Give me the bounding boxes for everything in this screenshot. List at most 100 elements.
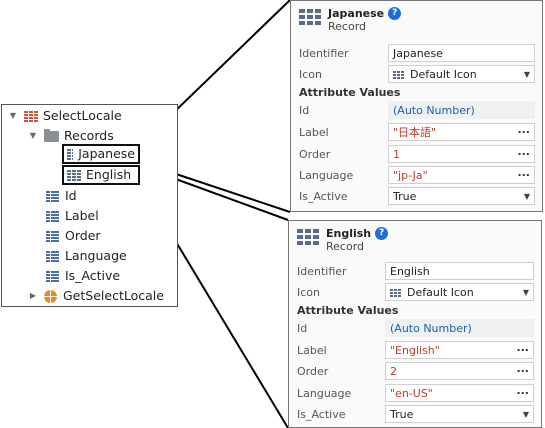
tree-item-attr-is-active[interactable]: Is_Active	[46, 266, 120, 286]
expand-arrow-icon[interactable]: ▼	[8, 106, 18, 126]
prop-label: Is_Active	[297, 407, 346, 421]
prop-row-label: Label "日本語"...	[291, 121, 542, 143]
order-input[interactable]: 1...	[388, 145, 535, 163]
is-active-dropdown[interactable]: True ▼	[385, 405, 534, 423]
label-input-value: "English"	[390, 344, 440, 357]
attribute-icon	[46, 190, 59, 202]
tree-item-label: Japanese	[78, 146, 135, 161]
tree-item-records[interactable]: ▼ Records	[28, 126, 114, 146]
language-input-value: "jp-Ja"	[393, 169, 428, 182]
prop-row-icon: Icon Default Icon ▼	[291, 63, 542, 85]
prop-label: Identifier	[297, 264, 347, 278]
icon-dropdown-value: Default Icon	[407, 286, 474, 299]
expression-editor-icon[interactable]: ...	[516, 363, 529, 378]
prop-row-label: Label "English"...	[289, 339, 541, 361]
help-icon[interactable]: ?	[375, 227, 389, 240]
help-icon[interactable]: ?	[388, 7, 402, 20]
tree-item-attr-language[interactable]: Language	[46, 246, 127, 266]
expression-editor-icon[interactable]: ...	[516, 342, 529, 357]
language-input-value: "en-US"	[390, 387, 433, 400]
prop-label: Label	[297, 343, 327, 357]
panel-title: Japanese	[328, 7, 385, 20]
prop-label: Order	[297, 364, 329, 378]
expression-editor-icon[interactable]: ...	[516, 385, 529, 400]
attribute-icon	[46, 210, 59, 222]
default-icon-icon	[390, 288, 401, 298]
record-icon	[297, 229, 319, 247]
tree-item-selectlocale[interactable]: ▼ SelectLocale	[8, 106, 122, 126]
tree-item-label: Language	[65, 248, 127, 263]
record-icon	[67, 148, 74, 160]
tree-item-attr-id[interactable]: Id	[46, 186, 77, 206]
chevron-down-icon: ▼	[522, 288, 529, 297]
tree-item-attr-label[interactable]: Label	[46, 206, 99, 226]
attribute-icon	[46, 250, 59, 262]
icon-dropdown-value: Default Icon	[410, 68, 477, 81]
panel-subtitle: Record	[326, 240, 365, 253]
static-entity-icon	[24, 110, 38, 122]
expand-arrow-icon[interactable]: ▼	[28, 126, 38, 146]
tree-item-label: Records	[64, 128, 114, 143]
prop-label: Language	[297, 386, 352, 400]
expression-editor-icon[interactable]: ...	[517, 167, 530, 182]
prop-row-order: Order 2...	[289, 360, 541, 382]
tree-item-label: Is_Active	[65, 268, 121, 283]
is-active-value: True	[393, 190, 417, 203]
prop-row-id: Id (Auto Number)	[289, 317, 541, 339]
properties-panel-japanese: Japanese? Record Identifier Japanese Ico…	[290, 0, 543, 212]
attribute-icon	[46, 230, 59, 242]
panel-subtitle: Record	[328, 20, 367, 33]
is-active-dropdown[interactable]: True ▼	[388, 187, 535, 205]
order-input[interactable]: 2...	[385, 362, 534, 380]
expression-editor-icon[interactable]: ...	[517, 146, 530, 161]
tree-item-label: SelectLocale	[43, 108, 122, 123]
tree-item-record-japanese[interactable]: Japanese	[62, 144, 140, 164]
panel-header: English? Record	[297, 227, 389, 253]
language-input[interactable]: "en-US"...	[385, 384, 534, 402]
tree-item-action-getselectlocale[interactable]: ▶ GetSelectLocale	[28, 286, 164, 306]
tree-item-label: English	[86, 167, 132, 182]
chevron-down-icon: ▼	[522, 410, 529, 419]
prop-row-icon: Icon Default Icon ▼	[289, 281, 541, 303]
prop-row-is-active: Is_Active True ▼	[291, 185, 542, 207]
prop-label: Id	[299, 103, 310, 117]
panel-title: English	[326, 227, 372, 240]
identifier-input[interactable]: Japanese	[388, 44, 535, 62]
record-icon	[299, 9, 321, 27]
identifier-input[interactable]: English	[385, 262, 534, 280]
prop-row-order: Order 1...	[291, 143, 542, 165]
folder-icon	[44, 128, 59, 142]
prop-label: Id	[297, 321, 308, 335]
id-value: (Auto Number)	[385, 319, 534, 337]
icon-dropdown[interactable]: Default Icon ▼	[385, 283, 534, 301]
expand-arrow-icon[interactable]: ▶	[28, 286, 38, 306]
is-active-value: True	[390, 408, 414, 421]
language-input[interactable]: "jp-Ja"...	[388, 166, 535, 184]
default-icon-icon	[393, 70, 404, 80]
attribute-icon	[46, 270, 59, 282]
tree-item-label: Order	[65, 228, 101, 243]
section-attribute-values: Attribute Values	[299, 86, 401, 99]
module-tree: ▼ SelectLocale ▼ Records Japanese Englis…	[1, 104, 178, 307]
tree-item-label: Id	[65, 188, 77, 203]
expression-editor-icon[interactable]: ...	[517, 124, 530, 139]
id-value: (Auto Number)	[388, 101, 535, 119]
tree-item-attr-order[interactable]: Order	[46, 226, 101, 246]
label-input[interactable]: "日本語"...	[388, 123, 535, 141]
prop-label: Is_Active	[299, 189, 348, 203]
action-icon	[44, 289, 57, 303]
properties-panel-english: English? Record Identifier English Icon …	[288, 220, 542, 428]
prop-row-id: Id (Auto Number)	[291, 99, 542, 121]
prop-label: Icon	[299, 67, 322, 81]
prop-label: Language	[299, 168, 354, 182]
prop-label: Identifier	[299, 46, 349, 60]
prop-row-language: Language "jp-Ja"...	[291, 164, 542, 186]
section-attribute-values: Attribute Values	[297, 304, 399, 317]
order-input-value: 1	[393, 148, 400, 161]
label-input[interactable]: "English"...	[385, 341, 534, 359]
prop-label: Icon	[297, 285, 320, 299]
prop-row-is-active: Is_Active True ▼	[289, 403, 541, 425]
tree-item-record-english[interactable]: English	[62, 165, 140, 185]
prop-row-identifier: Identifier English	[289, 260, 541, 282]
icon-dropdown[interactable]: Default Icon ▼	[388, 65, 535, 83]
